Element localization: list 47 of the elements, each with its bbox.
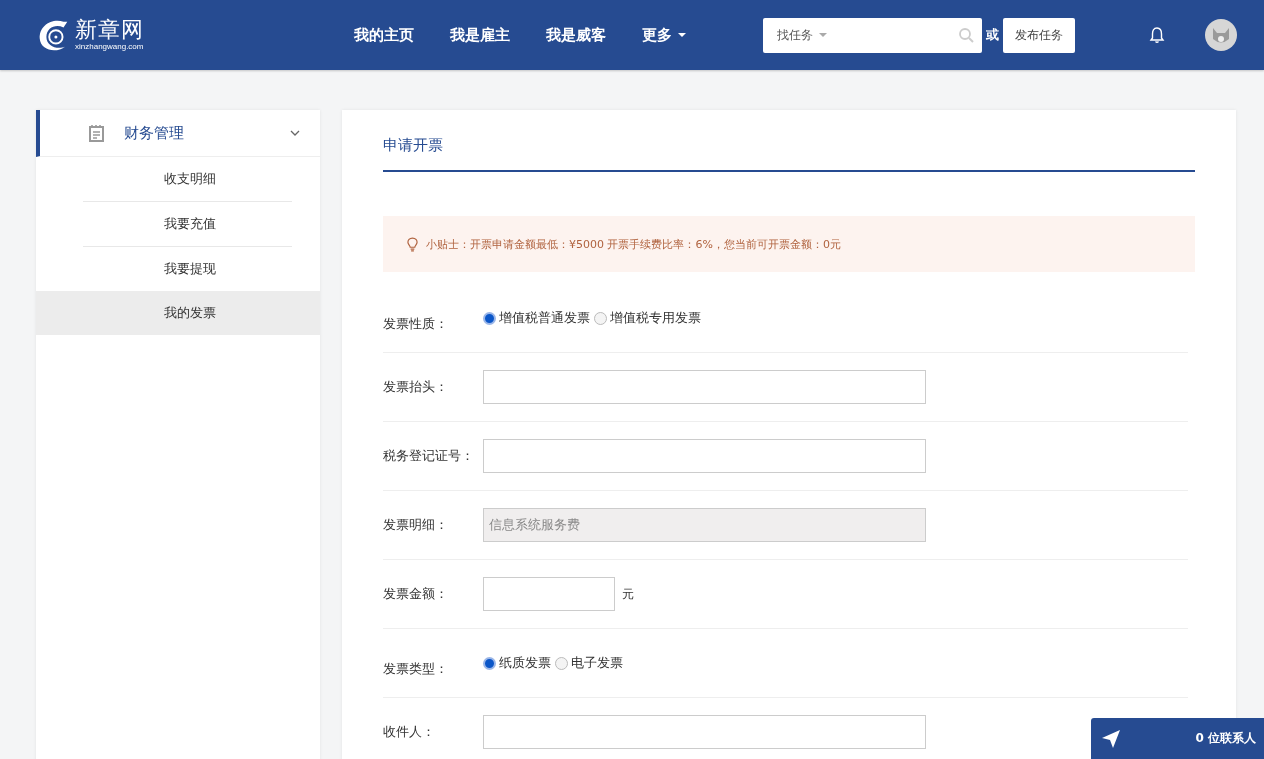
radio-label: 增值税专用发票 [610, 309, 701, 327]
text-field[interactable] [483, 439, 926, 473]
radio-button[interactable] [594, 311, 607, 325]
contacts-count: 0 位联系人 [1195, 730, 1256, 747]
nav-link[interactable]: 我是威客 [546, 25, 606, 45]
radio-label: 电子发票 [571, 654, 623, 672]
text-field[interactable] [483, 715, 926, 749]
radio-button[interactable] [483, 656, 496, 670]
field-label: 发票性质： [383, 315, 449, 333]
tip-text: 小贴士：开票申请金额最低：¥5000 开票手续费比率：6%，您当前可开票金额：0元 [426, 236, 841, 252]
menu-group-header[interactable]: 财务管理 [36, 110, 320, 157]
field-label: 收件人： [383, 723, 436, 741]
category-select[interactable]: 找任务 [777, 26, 813, 44]
field-label: 发票金额： [383, 585, 449, 603]
text-field[interactable] [483, 370, 926, 404]
chevron-icon[interactable] [290, 130, 300, 136]
caret-icon [819, 33, 827, 37]
field-label: 发票类型： [383, 660, 449, 678]
page-title: 申请开票 [383, 135, 443, 155]
logo-domain: xinzhangwang.com [75, 42, 144, 52]
lightbulb-icon [407, 236, 418, 252]
contacts-bar[interactable]: 0 位联系人 [1091, 718, 1264, 759]
unit-text: 元 [622, 585, 634, 603]
sidebar-item[interactable]: 收支明细 [36, 157, 320, 201]
notepad-icon [88, 124, 106, 142]
sidebar-item[interactable]: 我要充值 [83, 201, 292, 246]
avatar-icon[interactable] [1205, 19, 1237, 51]
radio-button[interactable] [555, 656, 568, 670]
field-label: 发票明细： [383, 516, 449, 534]
radio-label: 增值税普通发票 [499, 309, 590, 327]
nav-link[interactable]: 我是雇主 [450, 25, 510, 45]
radio-button[interactable] [483, 311, 496, 325]
logo-name: 新章网 [75, 18, 144, 42]
search-icon[interactable] [958, 27, 974, 43]
or-text: 或 [986, 26, 999, 44]
nav-link[interactable]: 我的主页 [354, 25, 414, 45]
sidebar-item[interactable]: 我的发票 [36, 291, 320, 335]
bell-icon[interactable] [1149, 26, 1165, 44]
menu-group-title: 财务管理 [124, 123, 184, 143]
field-label: 发票抬头： [383, 378, 449, 396]
radio-label: 纸质发票 [499, 654, 551, 672]
post-task-button[interactable]: 发布任务 [1003, 17, 1075, 53]
field-label: 税务登记证号： [383, 447, 475, 465]
nav-link[interactable]: 更多 [642, 25, 672, 45]
amount-field[interactable] [483, 577, 615, 611]
paper-plane-icon [1101, 728, 1121, 749]
search-field[interactable]: 找任务 [763, 17, 982, 53]
